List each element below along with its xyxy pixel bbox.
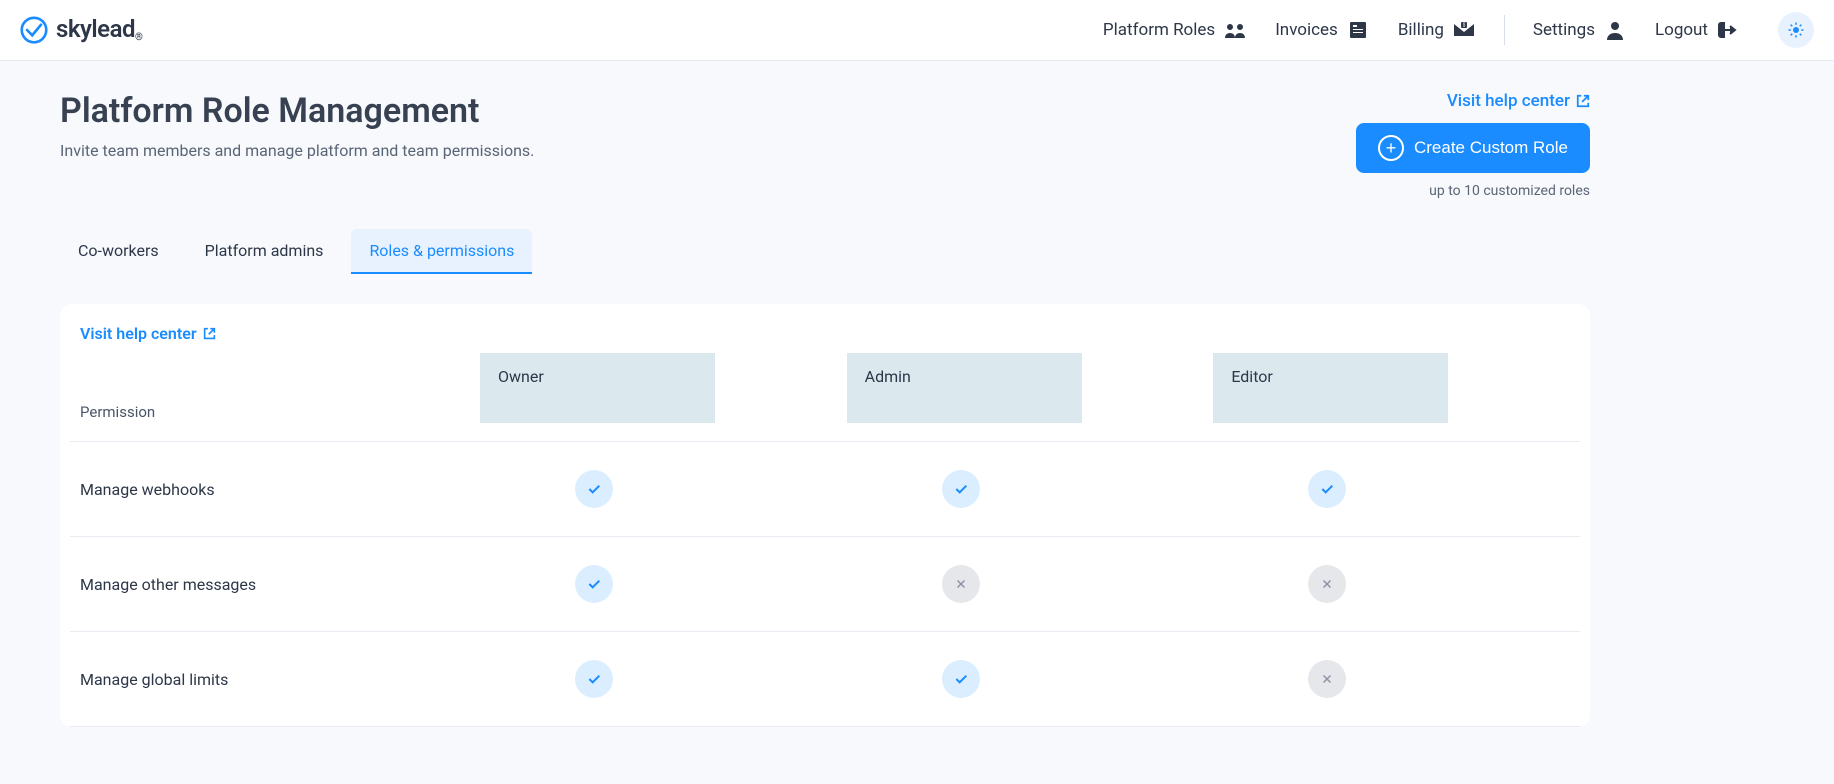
billing-icon: $ [1452,20,1476,40]
theme-toggle[interactable] [1778,12,1814,48]
permission-cell [847,660,1214,698]
help-link-label: Visit help center [1447,91,1570,111]
check-icon [942,660,980,698]
table-row: Manage webhooks [70,442,1580,537]
create-btn-label: Create Custom Role [1414,138,1568,158]
permission-column-header: Permission [70,403,480,423]
check-icon [575,470,613,508]
cross-icon [1308,660,1346,698]
permission-cell [480,565,847,603]
role-header-editor: Editor [1213,353,1448,423]
check-icon [1308,470,1346,508]
plus-circle-icon: + [1378,135,1404,161]
user-icon [1603,20,1627,40]
permission-cell [480,660,847,698]
page-subtitle: Invite team members and manage platform … [60,141,534,160]
tab-label: Roles & permissions [369,241,514,260]
help-center-link[interactable]: Visit help center [1447,91,1590,111]
tab-label: Platform admins [205,241,324,260]
nav-label: Billing [1398,20,1444,40]
table-row: Manage other messages [70,537,1580,632]
app-header: skylead® Platform Roles Invoices Billing… [0,0,1834,61]
nav-label: Platform Roles [1103,20,1215,40]
tabs: Co-workers Platform admins Roles & permi… [60,229,1590,274]
nav-label: Invoices [1275,20,1338,40]
role-header-admin: Admin [847,353,1082,423]
permission-cell [847,470,1214,508]
nav-billing[interactable]: Billing $ [1398,20,1476,40]
nav-label: Settings [1533,20,1595,40]
nav-logout[interactable]: Logout [1655,20,1740,40]
card-help-link[interactable]: Visit help center [80,324,216,343]
tab-roles-permissions[interactable]: Roles & permissions [351,229,532,274]
tab-label: Co-workers [78,241,159,260]
permission-cell [1213,660,1580,698]
roles-limit-text: up to 10 customized roles [1356,183,1590,199]
table-header-row: Permission Owner Admin Editor [70,353,1580,442]
roles-icon [1223,20,1247,40]
external-link-icon [1576,94,1590,108]
invoice-icon [1346,20,1370,40]
nav-platform-roles[interactable]: Platform Roles [1103,20,1247,40]
permission-name: Manage webhooks [70,480,480,499]
tab-coworkers[interactable]: Co-workers [60,229,177,274]
page-title: Platform Role Management [60,91,534,131]
permissions-table: Permission Owner Admin Editor Manage web… [70,353,1580,727]
check-icon [575,660,613,698]
external-link-icon [203,327,216,340]
create-custom-role-button[interactable]: + Create Custom Role [1356,123,1590,173]
skylead-icon [20,16,48,44]
check-icon [942,470,980,508]
permission-cell [847,565,1214,603]
card-help-label: Visit help center [80,324,197,343]
role-header-owner: Owner [480,353,715,423]
main-container: Platform Role Management Invite team mem… [0,61,1650,757]
permission-cell [480,470,847,508]
svg-text:$: $ [1462,22,1465,29]
nav-label: Logout [1655,20,1708,40]
page-actions: Visit help center + Create Custom Role u… [1356,91,1590,199]
permission-cell [1213,470,1580,508]
permission-name: Manage global limits [70,670,480,689]
permission-cell [1213,565,1580,603]
brand-name: skylead® [56,15,142,46]
table-row: Manage global limits [70,632,1580,727]
page-header-row: Platform Role Management Invite team mem… [60,91,1590,199]
nav-divider [1504,15,1505,45]
logout-icon [1716,20,1740,40]
check-icon [575,565,613,603]
tab-platform-admins[interactable]: Platform admins [187,229,342,274]
permissions-card: Visit help center Permission Owner Admin… [60,304,1590,727]
nav-settings[interactable]: Settings [1533,20,1627,40]
nav-invoices[interactable]: Invoices [1275,20,1370,40]
cross-icon [1308,565,1346,603]
sun-icon [1787,21,1805,39]
page-heading: Platform Role Management Invite team mem… [60,91,534,160]
brand-logo[interactable]: skylead® [20,15,142,46]
top-nav: Platform Roles Invoices Billing $ Settin… [1103,12,1814,48]
cross-icon [942,565,980,603]
permission-name: Manage other messages [70,575,480,594]
